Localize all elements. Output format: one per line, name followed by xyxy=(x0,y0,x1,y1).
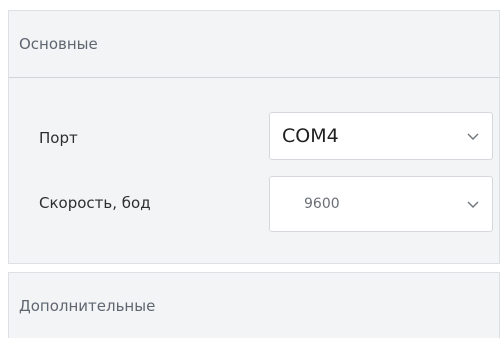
chevron-down-icon xyxy=(467,133,479,140)
speed-select[interactable]: 9600 xyxy=(269,176,493,232)
speed-select-value: 9600 xyxy=(304,196,340,212)
section-title-main: Основные xyxy=(19,35,98,53)
settings-panel: Основные Порт COM4 Скорость, бод 9600 До… xyxy=(0,0,500,338)
port-select-value: COM4 xyxy=(282,125,339,147)
chevron-down-icon xyxy=(467,201,479,208)
section-header-main[interactable]: Основные xyxy=(8,10,500,78)
port-label: Порт xyxy=(39,129,78,147)
section-header-extra[interactable]: Дополнительные xyxy=(8,272,500,338)
section-title-extra: Дополнительные xyxy=(19,296,156,315)
speed-label: Скорость, бод xyxy=(39,194,151,212)
section-body-main: Порт COM4 Скорость, бод 9600 xyxy=(8,78,500,264)
port-select[interactable]: COM4 xyxy=(269,112,493,160)
